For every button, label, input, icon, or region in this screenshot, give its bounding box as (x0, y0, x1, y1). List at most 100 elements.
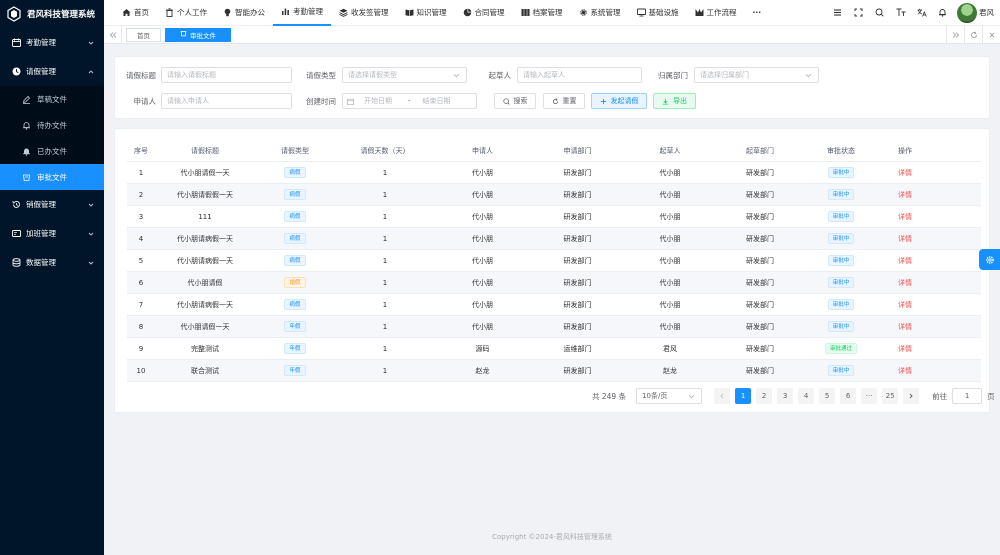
table-row: 1 代小朋请假一天 病假 1 代小朋 研发部门 代小朋 研发部门 审批中 详情 (127, 162, 981, 184)
page-size-select[interactable]: 10条/页 (636, 388, 703, 404)
page-button[interactable]: 6 (840, 388, 857, 404)
table-header: 序号 请假标题 请假类型 请假天数（天） 申请人 申请部门 起草人 起草部门 审批状态 操作 (127, 140, 981, 162)
sidebar-item-leave[interactable]: 请假管理 (0, 57, 104, 86)
translate-icon[interactable] (911, 3, 932, 23)
apply-leave-button[interactable]: 发起请假 (591, 93, 647, 109)
detail-link[interactable]: 详情 (898, 213, 912, 221)
table-cell: 7 (138, 300, 144, 309)
chevron-down-icon (88, 201, 94, 210)
table-cell: 年假 (255, 321, 335, 332)
topnav-attendance[interactable]: 考勤管理 (273, 0, 331, 26)
export-button[interactable]: 导出 (653, 93, 696, 109)
page-button[interactable]: 2 (756, 388, 773, 404)
status-badge: 审批中 (827, 321, 855, 332)
close-icon[interactable] (982, 25, 1000, 44)
topnav-workflow[interactable]: 工作流程 (687, 0, 745, 26)
sidebar-item-leave-cancel[interactable]: 销假管理 (0, 190, 104, 219)
table-cell: 研发部门 (746, 278, 774, 287)
sidebar-item-drafts[interactable]: 草稿文件 (0, 86, 104, 112)
applicant-input[interactable]: 请输入申请人 (161, 93, 292, 109)
menu-icon[interactable] (827, 3, 848, 23)
table-row: 10 联合测试 年假 1 赵龙 研发部门 赵龙 研发部门 审批中 详情 (127, 360, 981, 382)
detail-link[interactable]: 详情 (898, 323, 912, 331)
double-chevron-right-icon[interactable] (946, 25, 964, 44)
topnav-system[interactable]: 系统管理 (571, 0, 629, 26)
reset-button[interactable]: 重置 (543, 93, 585, 109)
tag-home[interactable]: 首页 (126, 27, 161, 42)
leave-type-select[interactable]: 请选择请假类型 (342, 67, 467, 83)
detail-link[interactable]: 详情 (898, 257, 912, 265)
date-range-picker[interactable]: 开始日期 - 结束日期 (342, 93, 477, 109)
table-cell: 研发部门 (563, 256, 592, 265)
table-cell: 详情 (877, 212, 933, 222)
topnav-more[interactable]: ··· (745, 0, 770, 26)
tag-approval-files[interactable]: 审批文件 (165, 27, 231, 42)
topnav-label: 考勤管理 (293, 7, 323, 16)
font-size-icon[interactable] (890, 3, 911, 23)
notification-bell-icon[interactable] (932, 3, 953, 23)
drafter-input[interactable]: 请输入起草人 (517, 67, 642, 83)
search-row-2: 申请人 请输入申请人 创建时间 开始日期 - 结束日期 搜索 重置 发起请假 导… (115, 93, 696, 109)
page-button[interactable]: 5 (819, 388, 836, 404)
detail-link[interactable]: 详情 (898, 279, 912, 287)
refresh-icon[interactable] (964, 25, 982, 44)
page-size-value: 10条/页 (642, 392, 668, 400)
settings-float-button[interactable] (979, 249, 1000, 270)
detail-link[interactable]: 详情 (898, 345, 912, 353)
topnav-infrastructure[interactable]: 基础设施 (629, 0, 687, 26)
dept-select[interactable]: 请选择归属部门 (694, 67, 819, 83)
topnav-archive[interactable]: 档案管理 (513, 0, 571, 26)
double-chevron-left-icon[interactable] (104, 25, 122, 44)
detail-link[interactable]: 详情 (898, 235, 912, 243)
goto-label: 前往 (932, 391, 948, 401)
detail-link[interactable]: 详情 (898, 169, 912, 177)
next-page-button[interactable] (903, 388, 920, 404)
chevron-down-icon (88, 39, 94, 48)
sidebar-item-done[interactable]: 已办文件 (0, 138, 104, 164)
topnav-knowledge[interactable]: 知识管理 (397, 0, 455, 26)
drafter-label: 起草人 (488, 70, 512, 80)
table-cell: 1 (382, 300, 388, 309)
avatar[interactable] (957, 2, 977, 23)
page-button[interactable]: 25 (882, 388, 899, 404)
search-icon[interactable] (869, 3, 890, 23)
prev-page-button[interactable] (714, 388, 731, 404)
sidebar: 君风科技管理系统 考勤管理 请假管理 草稿文件 待办文件 已办文件 审批文件 销… (0, 0, 104, 555)
table-cell: 代小朋 (659, 234, 681, 243)
fullscreen-icon[interactable] (848, 3, 869, 23)
user-name[interactable]: 君风 (979, 7, 994, 18)
sidebar-item-label: 加班管理 (26, 229, 56, 238)
detail-link[interactable]: 详情 (898, 301, 912, 309)
leave-title-input[interactable]: 请输入请假标题 (161, 67, 292, 83)
sidebar-item-label: 考勤管理 (26, 38, 56, 47)
table-cell: 6 (138, 278, 144, 287)
sidebar-item-todo[interactable]: 待办文件 (0, 112, 104, 138)
sidebar-item-approval[interactable]: 审批文件 (0, 164, 104, 190)
sidebar-item-overtime[interactable]: 加班管理 (0, 219, 104, 248)
table-cell: 4 (138, 234, 144, 243)
search-button[interactable]: 搜索 (494, 93, 536, 109)
trash-icon (165, 8, 174, 17)
button-label: 发起请假 (610, 97, 639, 105)
status-badge: 审批中 (827, 189, 855, 200)
page-button[interactable]: 4 (798, 388, 815, 404)
page-button[interactable]: 3 (777, 388, 794, 404)
sidebar-item-data[interactable]: 数据管理 (0, 248, 104, 277)
sidebar-item-attendance[interactable]: 考勤管理 (0, 28, 104, 57)
topnav-document-flow[interactable]: 收发签管理 (331, 0, 397, 26)
topnav-home[interactable]: 首页 (114, 0, 157, 26)
monitor-icon (636, 8, 646, 17)
page-ellipsis[interactable]: ··· (861, 388, 878, 404)
detail-link[interactable]: 详情 (898, 367, 912, 375)
table-cell: 审批中 (805, 321, 877, 332)
title-label: 请假标题 (126, 70, 156, 80)
page-button[interactable]: 1 (735, 388, 752, 404)
table-cell: 代小朋 (659, 212, 681, 221)
topnav-contract[interactable]: 合同管理 (455, 0, 513, 26)
table-cell: 代小朋 (472, 168, 493, 177)
detail-link[interactable]: 详情 (898, 191, 912, 199)
topnav-personal-work[interactable]: 个人工作 (157, 0, 215, 26)
history-icon (12, 200, 21, 209)
goto-page-input[interactable]: 1 (952, 388, 983, 404)
topnav-smart-office[interactable]: 智能办公 (215, 0, 273, 26)
